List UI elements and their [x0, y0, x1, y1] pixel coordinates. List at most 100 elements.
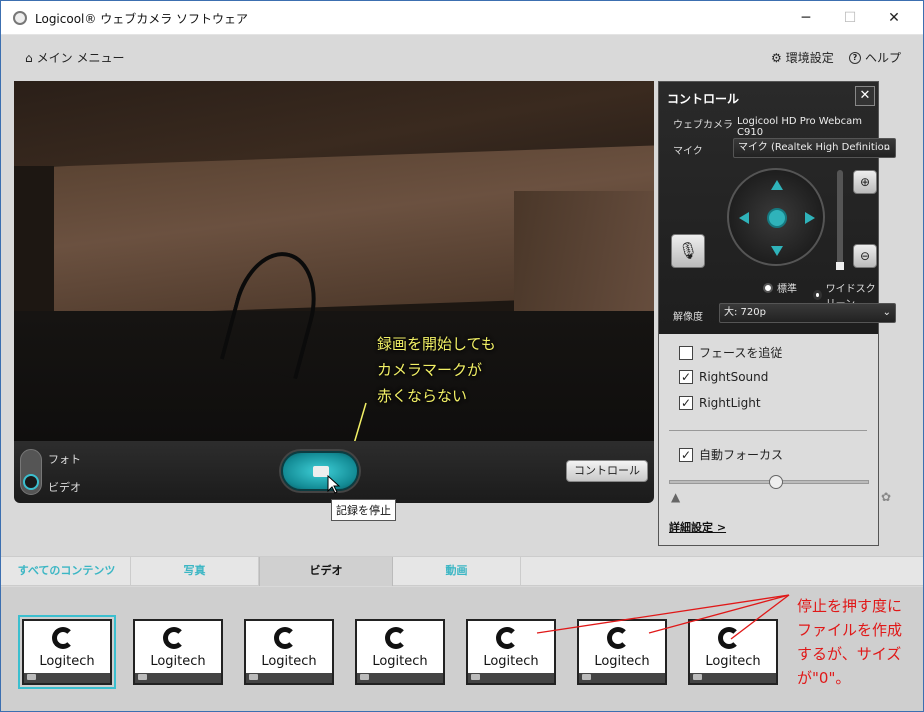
logitech-logo-icon	[496, 627, 518, 649]
video-thumbnail[interactable]: Logitech	[244, 619, 334, 685]
window-title: Logicool® ウェブカメラ ソフトウェア	[35, 12, 249, 26]
thumbnail-bar	[246, 673, 332, 683]
checkmark-icon: ✓	[679, 370, 693, 384]
tab-all-content[interactable]: すべてのコンテンツ	[3, 557, 131, 586]
control-panel-title: コントロール	[667, 92, 740, 106]
controls-button[interactable]: コントロール	[566, 460, 648, 482]
pan-left-icon[interactable]	[739, 212, 749, 224]
chevron-down-icon: ⌄	[882, 307, 891, 318]
control-panel-header-area: コントロール ✕ ウェブカメラ Logicool HD Pro Webcam C…	[659, 82, 896, 334]
chevron-down-icon: ⌄	[882, 142, 891, 153]
photo-video-toggle[interactable]	[20, 449, 42, 495]
pan-center-icon[interactable]	[767, 208, 787, 228]
gear-icon: ⚙	[771, 50, 782, 65]
video-thumbnail[interactable]: Logitech	[355, 619, 445, 685]
title-bar: Logicool® ウェブカメラ ソフトウェア ─ ☐ ✕	[1, 1, 923, 35]
pan-right-icon[interactable]	[805, 212, 815, 224]
maximize-button[interactable]: ☐	[827, 1, 873, 35]
note-line: 停止を押す度に	[797, 597, 903, 615]
zoom-slider-knob[interactable]	[836, 262, 844, 270]
settings-button[interactable]: ⚙ 環境設定	[771, 49, 834, 66]
radio-standard-icon	[763, 282, 773, 293]
thumbnail-label: Logitech	[39, 654, 95, 669]
logitech-logo-icon	[163, 627, 185, 649]
flower-icon: ✿	[881, 490, 892, 504]
zoom-out-icon: ⊖	[859, 249, 871, 263]
mouse-cursor-icon	[327, 475, 341, 494]
close-panel-button[interactable]: ✕	[855, 86, 875, 106]
divider	[669, 430, 867, 431]
help-button[interactable]: ? ヘルプ	[849, 49, 901, 66]
face-tracking-checkbox[interactable]: フェースを追従	[679, 344, 782, 361]
mic-select[interactable]: マイク (Realtek High Definition ⌄	[733, 138, 896, 158]
note-arrows	[536, 594, 790, 640]
control-panel: コントロール ✕ ウェブカメラ Logicool HD Pro Webcam C…	[658, 81, 896, 546]
video-icon	[138, 674, 147, 680]
mode-video-label: ビデオ	[48, 481, 81, 494]
microphone-button[interactable]: 🎙	[671, 234, 705, 268]
radio-standard-label: 標準	[777, 284, 797, 295]
close-button[interactable]: ✕	[871, 1, 917, 35]
rightlight-checkbox[interactable]: ✓ RightLight	[679, 396, 761, 410]
thumbnail-bar	[135, 673, 221, 683]
pan-down-icon[interactable]	[771, 246, 783, 256]
note-line: ファイルを作成	[797, 621, 903, 639]
thumbnail-label: Logitech	[372, 654, 428, 669]
radio-standard[interactable]: 標準	[763, 280, 797, 295]
video-icon	[249, 674, 258, 680]
thumbnail-bar	[690, 673, 776, 683]
home-icon: ⌂	[25, 50, 33, 65]
tab-photos[interactable]: 写真	[131, 557, 259, 586]
resolution-select[interactable]: 大: 720p ⌄	[719, 303, 896, 323]
video-icon	[471, 674, 480, 680]
mode-photo-label: フォト	[48, 453, 81, 466]
tab-video[interactable]: ビデオ	[259, 557, 393, 586]
help-icon: ?	[849, 51, 861, 64]
record-tooltip: 記録を停止	[331, 499, 396, 521]
logitech-logo-icon	[385, 627, 407, 649]
radio-widescreen-icon	[813, 290, 822, 300]
webcam-value: Logicool HD Pro Webcam C910	[737, 116, 862, 138]
logitech-logo-icon	[52, 627, 74, 649]
mic-select-value: マイク (Realtek High Definition	[738, 142, 891, 153]
video-icon	[693, 674, 702, 680]
thumbnail-bar	[579, 673, 665, 683]
app-window: Logicool® ウェブカメラ ソフトウェア ─ ☐ ✕ ⌂ メイン メニュー…	[0, 0, 924, 712]
video-icon	[27, 674, 36, 680]
tab-movies[interactable]: 動画	[393, 557, 521, 586]
focus-slider-knob[interactable]	[769, 475, 783, 489]
pan-tilt-pad[interactable]	[727, 168, 825, 266]
camera-preview	[14, 81, 654, 441]
rightsound-checkbox[interactable]: ✓ RightSound	[679, 370, 768, 384]
mic-label: マイク	[673, 146, 703, 157]
checkmark-icon: ✓	[679, 447, 693, 462]
video-icon	[360, 674, 369, 680]
video-thumbnail[interactable]: Logitech	[18, 615, 116, 689]
thumbnail-bar	[24, 673, 110, 683]
zoom-out-button[interactable]: ⊖	[853, 244, 877, 268]
annotation-line: 赤くならない	[377, 387, 468, 405]
pan-up-icon[interactable]	[771, 180, 783, 190]
face-tracking-label: フェースを追従	[699, 346, 783, 360]
toggle-knob	[23, 474, 39, 490]
checkbox-icon	[679, 345, 693, 360]
microphone-icon: 🎙	[677, 241, 699, 260]
thumbnail-label: Logitech	[594, 654, 650, 669]
main-menu-button[interactable]: ⌂ メイン メニュー	[25, 49, 124, 66]
menu-bar: ⌂ メイン メニュー ⚙ 環境設定 ? ヘルプ	[1, 36, 923, 80]
thumbnail-label: Logitech	[150, 654, 206, 669]
minimize-button[interactable]: ─	[783, 1, 829, 35]
resolution-select-value: 大: 720p	[724, 307, 766, 318]
webcam-app-icon	[13, 11, 27, 25]
zoom-slider[interactable]	[836, 170, 844, 270]
rightlight-label: RightLight	[699, 396, 761, 410]
note-line: が"0"。	[797, 669, 851, 687]
zoom-in-button[interactable]: ⊕	[853, 170, 877, 194]
video-thumbnail[interactable]: Logitech	[133, 619, 223, 685]
thumbnail-label: Logitech	[483, 654, 539, 669]
note-line: するが、サイズ	[797, 645, 902, 663]
advanced-settings-link[interactable]: 詳細設定 >	[669, 519, 726, 535]
annotation-line: カメラマークが	[377, 361, 483, 379]
autofocus-checkbox[interactable]: ✓ 自動フォーカス	[679, 446, 783, 463]
record-button[interactable]	[281, 451, 359, 491]
